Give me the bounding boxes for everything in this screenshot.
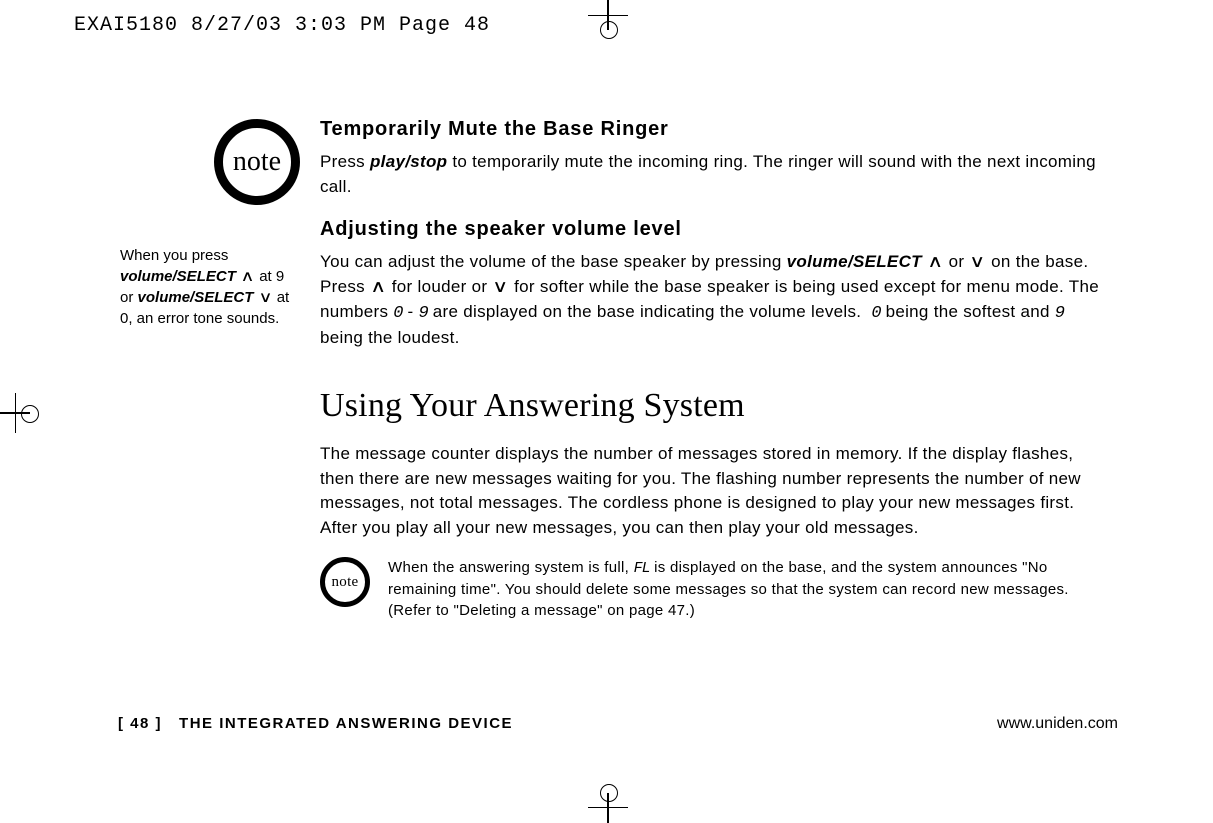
page-number: [ 48 ] bbox=[118, 715, 162, 732]
margin-note-text: When you press volume/SELECT ∧ at 9 or v… bbox=[120, 245, 300, 329]
inline-note-text: When the answering system is full, FL is… bbox=[388, 557, 1088, 621]
page-footer: [ 48 ] THE INTEGRATED ANSWERING DEVICE w… bbox=[118, 715, 1118, 733]
note-icon-small: note bbox=[320, 557, 370, 607]
inline-note: note When the answering system is full, … bbox=[320, 557, 1110, 621]
note-icon: note bbox=[214, 119, 300, 205]
margin-note: note When you press volume/SELECT ∧ at 9… bbox=[120, 115, 300, 329]
registration-mark-left bbox=[0, 412, 30, 414]
registration-mark-bottom bbox=[607, 793, 609, 823]
registration-mark-top bbox=[607, 0, 609, 30]
print-header: EXAI5180 8/27/03 3:03 PM Page 48 bbox=[74, 14, 490, 37]
heading-volume: Adjusting the speaker volume level bbox=[320, 215, 1110, 244]
body-volume: You can adjust the volume of the base sp… bbox=[320, 250, 1110, 351]
heading-answering-system: Using Your Answering System bbox=[320, 381, 1110, 430]
heading-mute: Temporarily Mute the Base Ringer bbox=[320, 115, 1110, 144]
footer-section-title: THE INTEGRATED ANSWERING DEVICE bbox=[179, 715, 513, 732]
body-answering: The message counter displays the number … bbox=[320, 442, 1110, 541]
body-mute: Press play/stop to temporarily mute the … bbox=[320, 150, 1110, 199]
footer-url: www.uniden.com bbox=[997, 715, 1118, 733]
